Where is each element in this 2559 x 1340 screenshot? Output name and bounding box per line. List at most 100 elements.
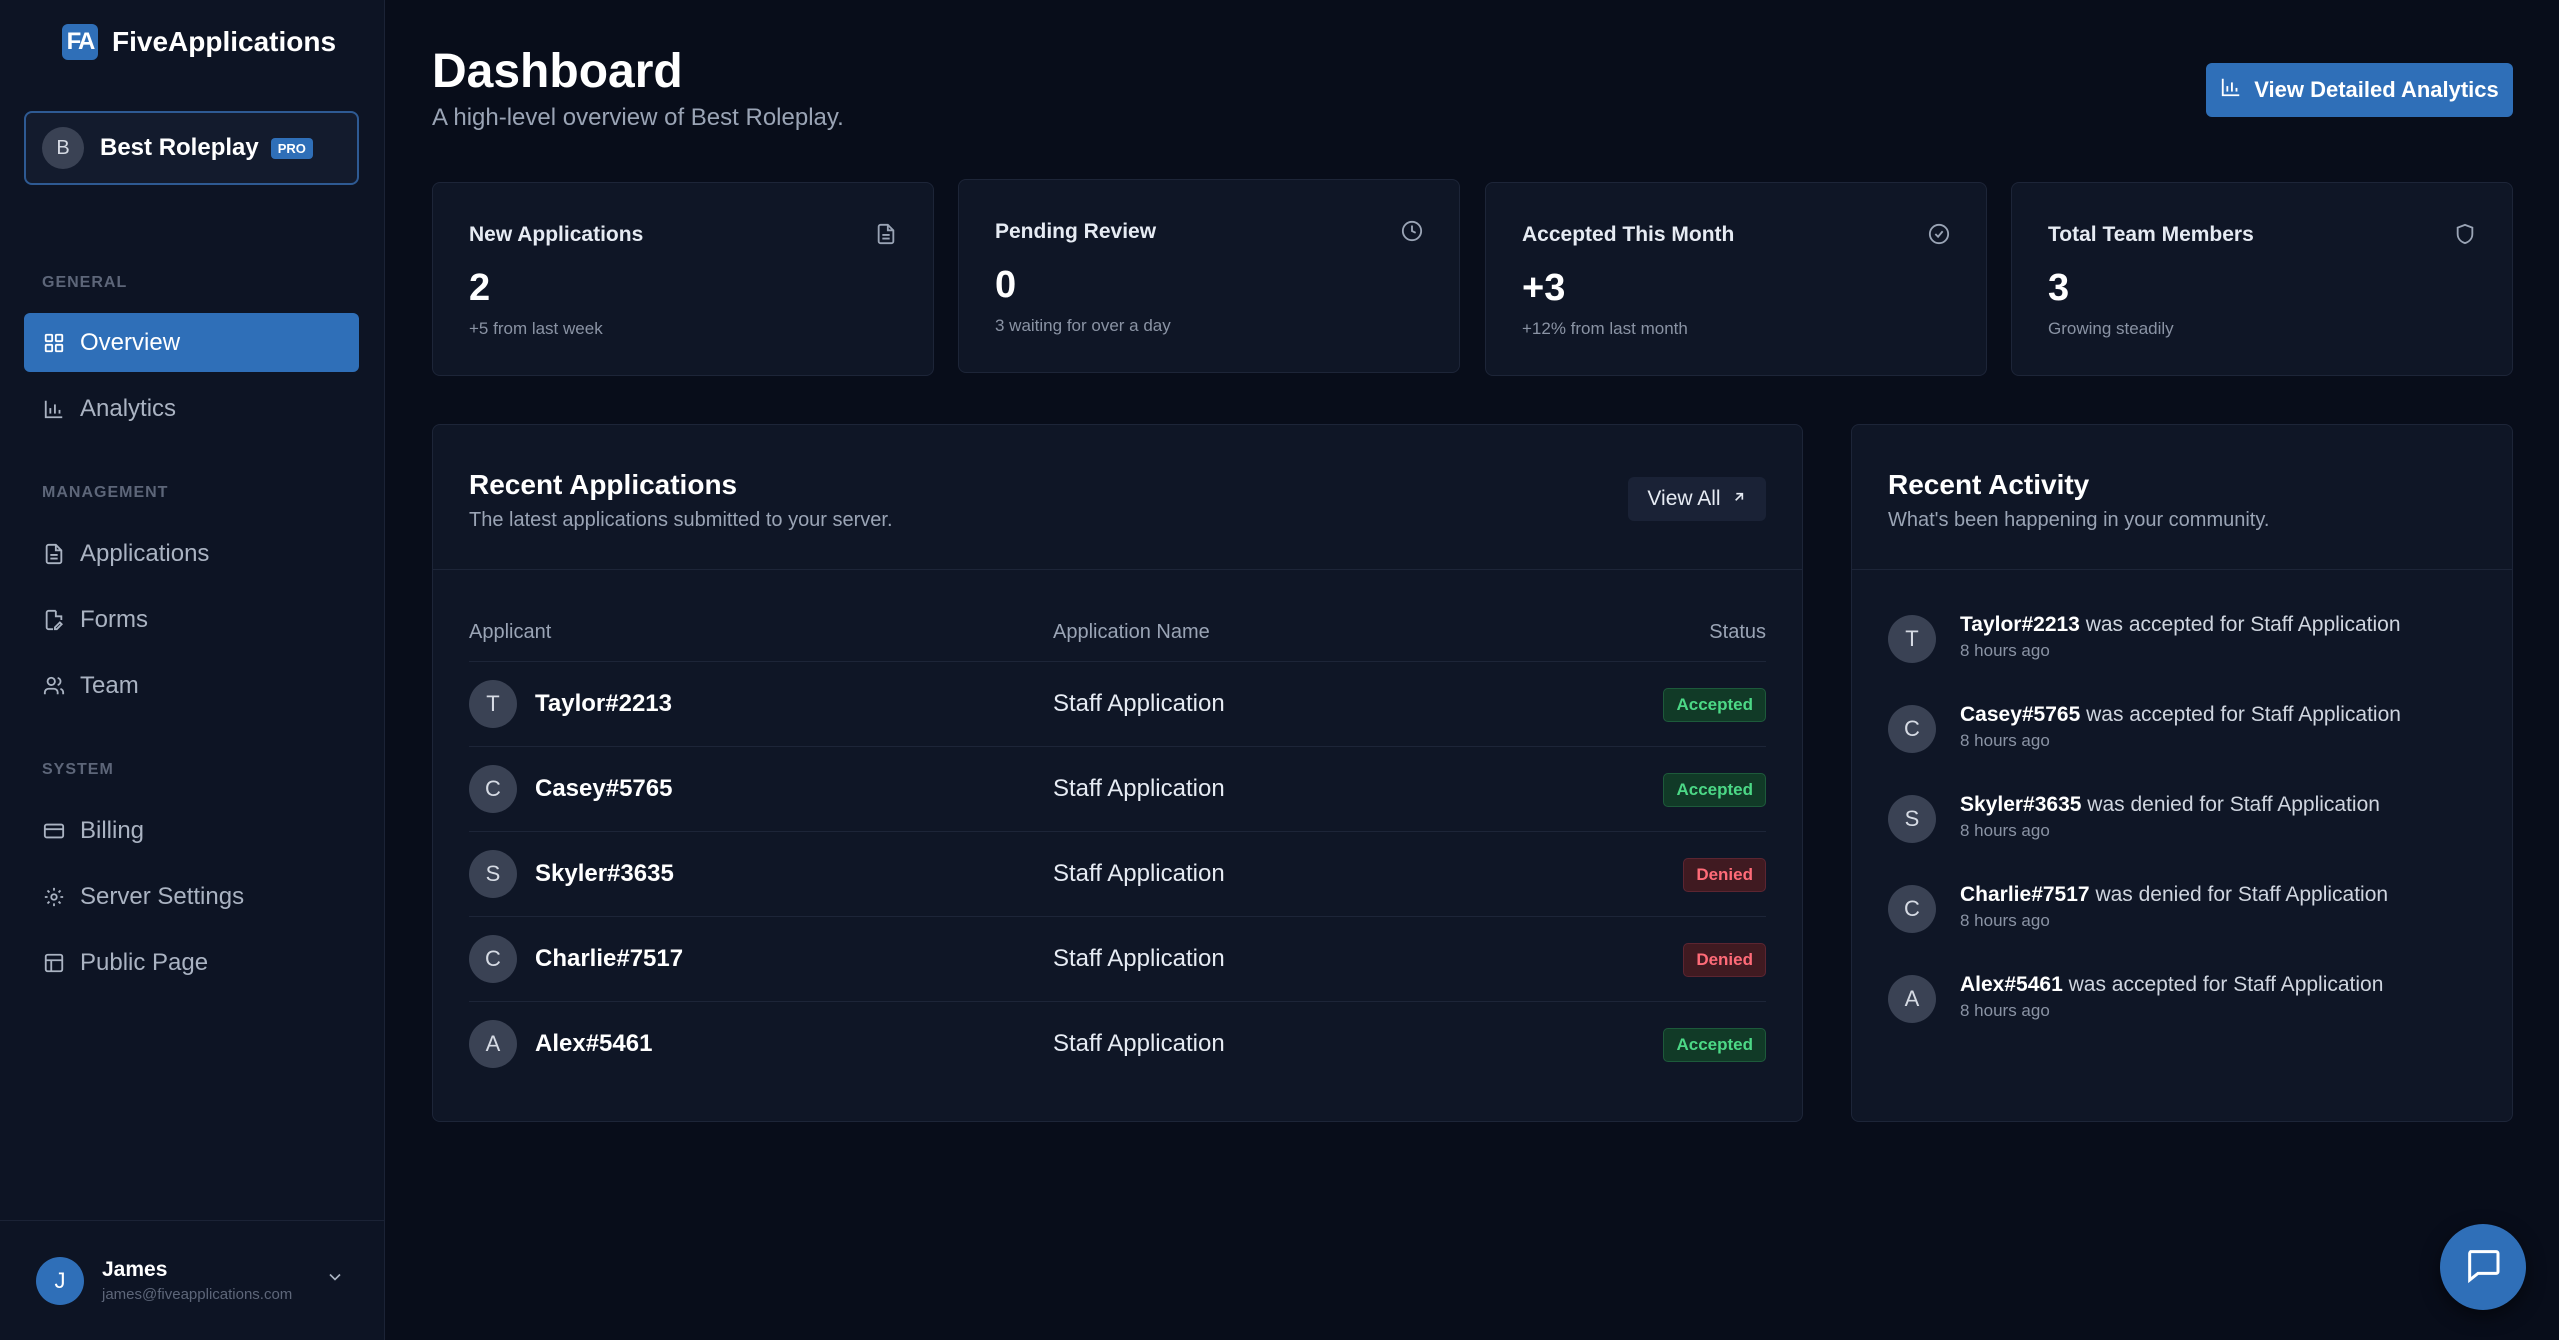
user-menu[interactable]: J James james@fiveapplications.com [0,1220,385,1340]
applicant-name: Taylor#2213 [535,690,672,717]
sidebar-item-forms[interactable]: Forms [24,590,359,649]
recent-applications-panel: Recent Applications The latest applicati… [432,424,1803,1122]
sidebar-item-applications[interactable]: Applications [24,524,359,583]
activity-item: C Charlie#7517 was denied for Staff Appl… [1888,877,2476,957]
sidebar-item-public-page[interactable]: Public Page [24,933,359,992]
sidebar-item-label: Overview [80,328,181,356]
avatar: S [1888,795,1936,843]
page-title: Dashboard [432,45,683,98]
sidebar-item-label: Applications [80,539,210,567]
server-switcher[interactable]: B Best Roleplay PRO [24,111,359,185]
sidebar-item-label: Billing [80,816,145,844]
grid-icon [42,331,66,355]
activity-user: Charlie#7517 [1960,883,2090,906]
avatar: C [1888,885,1936,933]
stat-value: +3 [1522,267,1566,309]
activity-item: A Alex#5461 was accepted for Staff Appli… [1888,967,2476,1047]
status-badge: Accepted [1663,773,1766,807]
section-label-system: SYSTEM [42,761,114,778]
stat-card-pending-review: Pending Review 0 3 waiting for over a da… [958,179,1460,373]
brand[interactable]: FA FiveApplications [62,24,336,60]
sidebar-item-billing[interactable]: Billing [24,801,359,860]
sidebar-item-label: Server Settings [80,882,245,910]
activity-time: 8 hours ago [1960,641,2050,660]
column-header-application-name: Application Name [1053,621,1210,643]
activity-item: T Taylor#2213 was accepted for Staff App… [1888,607,2476,687]
brand-name: FiveApplications [112,26,337,57]
table-row[interactable]: T Taylor#2213 Staff Application Accepted [469,661,1766,746]
stat-note: +12% from last month [1522,319,1688,338]
chat-button[interactable] [2440,1224,2526,1310]
application-name: Staff Application [1053,860,1225,887]
column-header-applicant: Applicant [469,621,552,643]
table-row[interactable]: C Charlie#7517 Staff Application Denied [469,916,1766,1001]
activity-item: C Casey#5765 was accepted for Staff Appl… [1888,697,2476,777]
table-row[interactable]: A Alex#5461 Staff Application Accepted [469,1001,1766,1086]
layout-icon [42,951,66,975]
sidebar-item-server-settings[interactable]: Server Settings [24,867,359,926]
chat-icon [2463,1245,2503,1290]
shield-icon [2454,223,2476,250]
sidebar-item-label: Public Page [80,948,209,976]
table-header: Applicant Application Name Status [469,621,1766,661]
bar-chart-icon [2220,76,2242,104]
applicant-name: Alex#5461 [535,1030,653,1057]
user-name: James [102,1258,168,1281]
panel-subtitle: The latest applications submitted to you… [469,509,893,531]
section-label-general: GENERAL [42,274,128,291]
stat-value: 2 [469,267,491,309]
avatar: A [1888,975,1936,1023]
activity-text: Skyler#3635 was denied for Staff Applica… [1960,793,2380,817]
sidebar: FA FiveApplications B Best Roleplay PRO … [0,0,385,1340]
table-row[interactable]: S Skyler#3635 Staff Application Denied [469,831,1766,916]
divider [1852,569,2512,570]
stat-value: 3 [2048,267,2070,309]
avatar: C [469,935,517,983]
chevron-down-icon[interactable] [325,1267,345,1292]
activity-action: was denied for Staff Application [2087,793,2380,816]
document-icon [42,542,66,566]
server-avatar: B [42,127,84,169]
sidebar-item-overview[interactable]: Overview [24,313,359,372]
activity-user: Casey#5765 [1960,703,2081,726]
sidebar-item-analytics[interactable]: Analytics [24,379,359,438]
avatar: T [469,680,517,728]
application-name: Staff Application [1053,945,1225,972]
activity-user: Alex#5461 [1960,973,2063,996]
column-header-status: Status [1709,621,1766,643]
sidebar-item-label: Analytics [80,394,177,422]
brand-logo-icon: FA [62,24,98,60]
stat-title: Pending Review [995,220,1157,243]
stat-note: 3 waiting for over a day [995,316,1171,335]
stat-note: Growing steadily [2048,319,2174,338]
status-badge: Accepted [1663,688,1766,722]
avatar: C [1888,705,1936,753]
view-detailed-analytics-label: View Detailed Analytics [2254,77,2499,102]
sidebar-item-team[interactable]: Team [24,656,359,715]
activity-user: Taylor#2213 [1960,613,2080,636]
activity-action: was accepted for Staff Application [2085,613,2401,636]
pro-badge: PRO [270,137,313,159]
page-subtitle: A high-level overview of Best Roleplay. [432,104,844,131]
avatar: J [36,1256,84,1305]
gear-icon [42,885,66,909]
stat-note: +5 from last week [469,319,603,338]
activity-text: Taylor#2213 was accepted for Staff Appli… [1960,613,2401,637]
document-icon [875,223,897,250]
activity-text: Casey#5765 was accepted for Staff Applic… [1960,703,2401,727]
application-name: Staff Application [1053,1030,1225,1057]
form-edit-icon [42,608,66,632]
activity-time: 8 hours ago [1960,1001,2050,1020]
view-all-button[interactable]: View All [1628,477,1766,521]
activity-action: was accepted for Staff Application [2068,973,2384,996]
view-detailed-analytics-button[interactable]: View Detailed Analytics [2206,63,2513,117]
activity-action: was accepted for Staff Application [2086,703,2401,726]
table-row[interactable]: C Casey#5765 Staff Application Accepted [469,746,1766,831]
applicant-name: Skyler#3635 [535,860,674,887]
divider [433,569,1802,570]
activity-user: Skyler#3635 [1960,793,2082,816]
applicant-name: Charlie#7517 [535,945,684,972]
stat-value: 0 [995,264,1017,306]
panel-title: Recent Activity [1888,469,2090,500]
activity-time: 8 hours ago [1960,731,2050,750]
